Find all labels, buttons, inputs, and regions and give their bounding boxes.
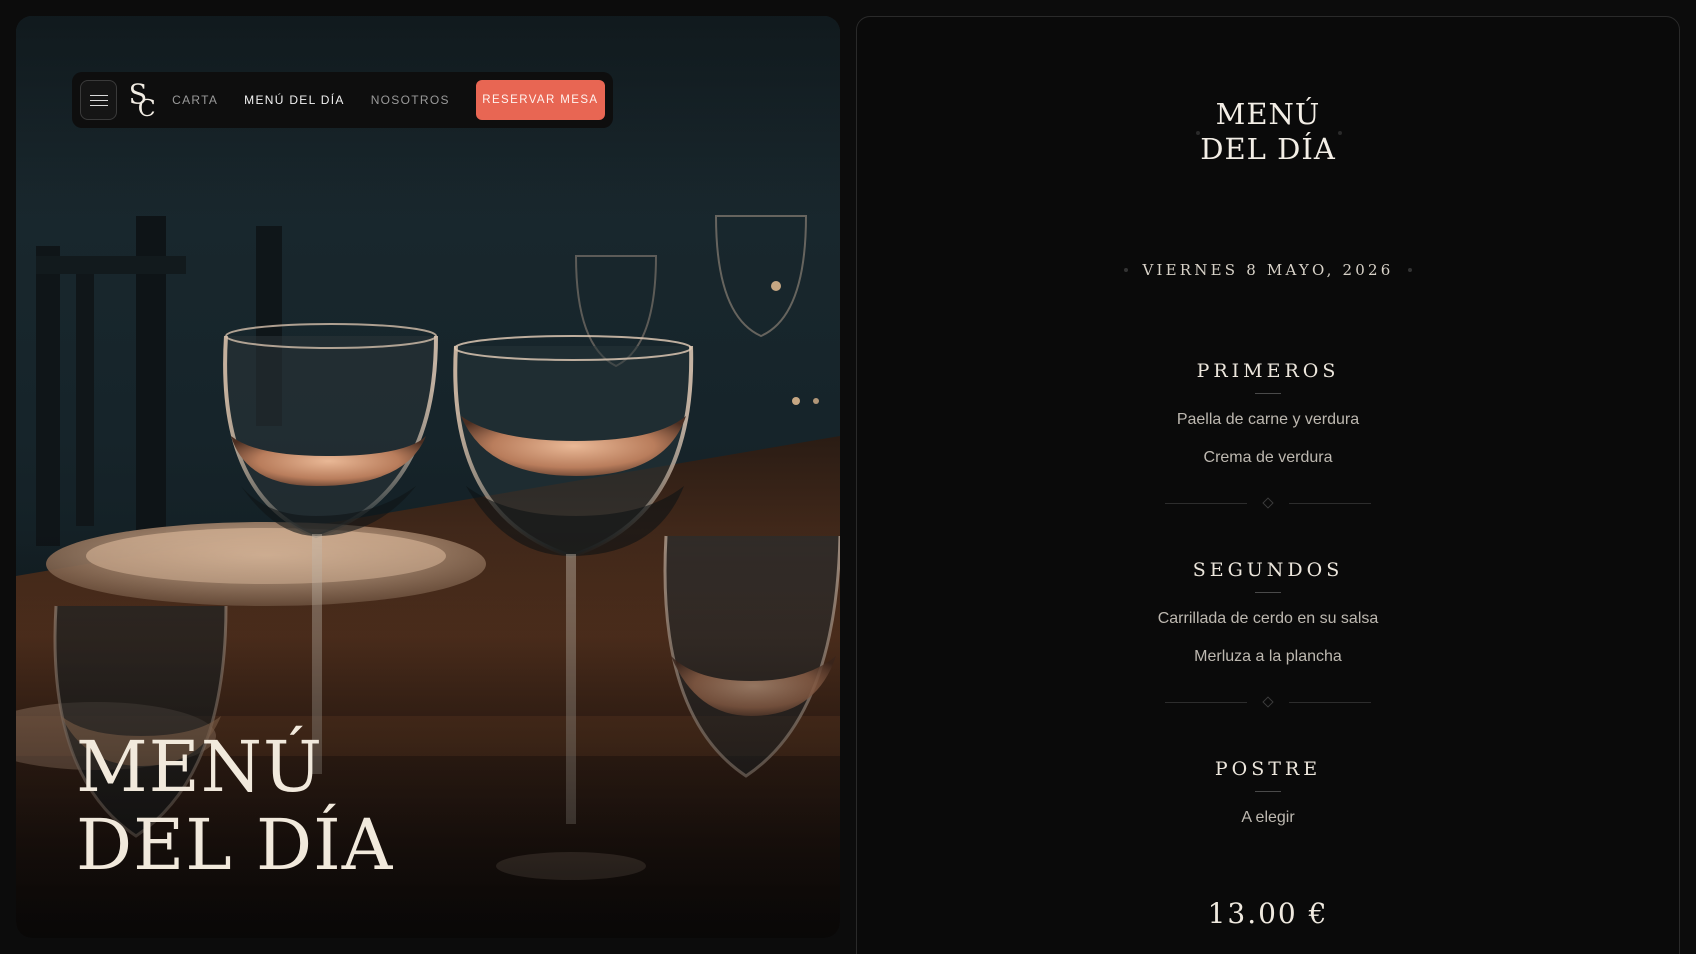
course-underline (1255, 393, 1281, 394)
diamond-icon (1262, 696, 1274, 708)
svg-text:C: C (138, 94, 156, 122)
title-dot-right (1338, 131, 1342, 135)
panel-title: MENÚ DEL DÍA (857, 97, 1679, 167)
hero-title-line-2: DEL DÍA (76, 804, 394, 886)
dish-list: Carrillada de cerdo en su salsa Merluza … (857, 609, 1679, 667)
course-title: POSTRE (1214, 758, 1322, 780)
date-dot-right (1407, 268, 1412, 272)
separator-line (1165, 701, 1247, 703)
panel-title-line-2: DEL DÍA (1200, 132, 1336, 166)
separator-line (1289, 701, 1371, 703)
dish-list: A elegir (857, 808, 1679, 828)
hamburger-menu-button[interactable] (80, 80, 118, 120)
title-dot-left (1196, 131, 1200, 135)
hero-panel: S C CARTA MENÚ DEL DÍA NOSOTROS RESERVAR… (16, 16, 840, 938)
nav-link-nosotros[interactable]: NOSOTROS (371, 93, 450, 107)
date-dot-left (1124, 268, 1129, 272)
dish-list: Paella de carne y verdura Crema de verdu… (857, 410, 1679, 468)
top-navigation: S C CARTA MENÚ DEL DÍA NOSOTROS RESERVAR… (72, 72, 613, 128)
course-postre: POSTRE A elegir (857, 757, 1679, 828)
course-primeros: PRIMEROS Paella de carne y verdura Crema… (857, 359, 1679, 468)
course-title: PRIMEROS (1196, 360, 1340, 382)
course-title: SEGUNDOS (1192, 559, 1344, 581)
date-text: VIERNES 8 MAYO, 2026 (1142, 261, 1394, 279)
reserve-table-button[interactable]: RESERVAR MESA (475, 80, 605, 120)
page: S C CARTA MENÚ DEL DÍA NOSOTROS RESERVAR… (0, 0, 1696, 954)
dish-item: Merluza a la plancha (1194, 648, 1342, 665)
brand-logo[interactable]: S C (127, 78, 158, 122)
dish-item: Crema de verdura (1203, 449, 1333, 466)
nav-link-menu-del-dia[interactable]: MENÚ DEL DÍA (244, 93, 345, 107)
dish-item: Paella de carne y verdura (1176, 411, 1360, 428)
dish-item: A elegir (1241, 809, 1295, 826)
diamond-icon (1262, 497, 1274, 509)
daily-menu-panel: MENÚ DEL DÍA VIERNES 8 MAYO, 2026 PRIMER… (856, 16, 1680, 954)
hero-title: MENÚ DEL DÍA (76, 728, 393, 884)
course-underline (1255, 592, 1281, 593)
menu-price: 13.00 € (1207, 897, 1329, 930)
hamburger-icon (89, 94, 108, 106)
nav-link-carta[interactable]: CARTA (172, 93, 218, 107)
hero-title-line-1: MENÚ (76, 726, 324, 808)
course-separator (857, 696, 1679, 708)
separator-line (1165, 502, 1247, 504)
panel-title-line-1: MENÚ (1215, 97, 1321, 131)
course-underline (1255, 791, 1281, 792)
course-segundos: SEGUNDOS Carrillada de cerdo en su salsa… (857, 558, 1679, 667)
course-separator (857, 497, 1679, 509)
separator-line (1289, 502, 1371, 504)
dish-item: Carrillada de cerdo en su salsa (1157, 610, 1379, 627)
menu-date: VIERNES 8 MAYO, 2026 (857, 261, 1679, 279)
